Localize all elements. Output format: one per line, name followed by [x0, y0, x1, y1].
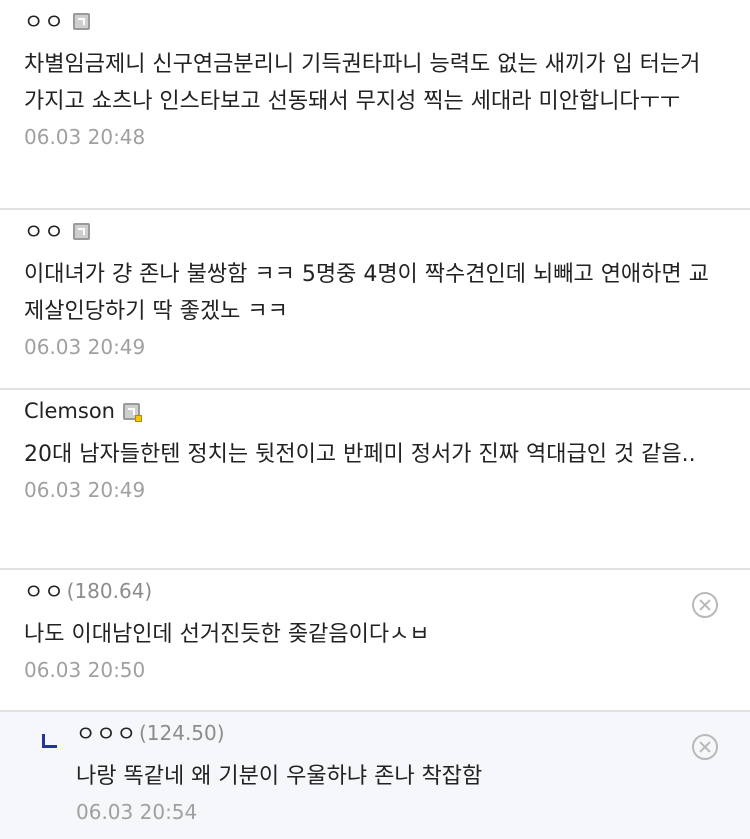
comment-text: 차별임금제니 신구연금분리니 기득권타파니 능력도 없는 새끼가 입 터는거 가…: [24, 52, 701, 114]
comment-header: ㅇㅇㅇ (124.50): [76, 720, 726, 746]
comment-nickname[interactable]: Clemson: [24, 399, 115, 423]
gallery-badge-icon: [72, 222, 90, 240]
comment-nickname[interactable]: ㅇㅇㅇ: [76, 718, 137, 748]
reply-arrow-icon: [42, 734, 57, 748]
gallery-badge-icon: [72, 12, 90, 30]
comment-list: ㅇㅇ 차별임금제니 신구연금분리니 기득권타파니 능력도 없는 새끼가 입 터는…: [0, 0, 750, 839]
comment-nickname[interactable]: ㅇㅇ: [24, 216, 65, 246]
comment-text: 이대녀가 걍 존나 불쌍함 ㅋㅋ 5명중 4명이 짝수견인데 뇌빼고 연애하면 …: [24, 262, 709, 324]
comment-item: ㅇㅇ 이대녀가 걍 존나 불쌍함 ㅋㅋ 5명중 4명이 짝수견인데 뇌빼고 연애…: [0, 210, 750, 390]
delete-comment-icon[interactable]: [692, 734, 718, 760]
comment-item: ㅇㅇ (180.64) 나도 이대남인데 선거진듯한 좆같음이다ㅅㅂ 06.03…: [0, 570, 750, 712]
comment-header: Clemson: [24, 398, 726, 424]
comment-item: ㅇㅇ 차별임금제니 신구연금분리니 기득권타파니 능력도 없는 새끼가 입 터는…: [0, 0, 750, 210]
comment-text: 20대 남자들한텐 정치는 뒷전이고 반페미 정서가 진짜 역대급인 것 같음.…: [24, 442, 696, 467]
comment-text: 나도 이대남인데 선거진듯한 좆같음이다ㅅㅂ: [24, 622, 430, 647]
comment-item: Clemson 20대 남자들한텐 정치는 뒷전이고 반페미 정서가 진짜 역대…: [0, 390, 750, 570]
gallery-badge-icon: [122, 402, 142, 422]
comment-text: 나랑 똑같네 왜 기분이 우울하냐 존나 착잡함: [76, 764, 483, 789]
comment-header: ㅇㅇ: [24, 218, 726, 244]
comment-date: 06.03 20:49: [24, 335, 146, 359]
comment-date: 06.03 20:54: [76, 800, 198, 824]
delete-comment-icon[interactable]: [692, 592, 718, 618]
comment-nickname[interactable]: ㅇㅇ: [24, 6, 65, 36]
comment-ip: (124.50): [138, 721, 225, 745]
comment-nickname[interactable]: ㅇㅇ: [24, 576, 65, 606]
comment-ip: (180.64): [66, 579, 153, 603]
comment-date: 06.03 20:50: [24, 658, 146, 682]
comment-date: 06.03 20:48: [24, 125, 146, 149]
comment-header: ㅇㅇ: [24, 8, 726, 34]
reply-item: ㅇㅇㅇ (124.50) 나랑 똑같네 왜 기분이 우울하냐 존나 착잡함 06…: [0, 712, 750, 839]
comment-header: ㅇㅇ (180.64): [24, 578, 726, 604]
comment-date: 06.03 20:49: [24, 478, 146, 502]
